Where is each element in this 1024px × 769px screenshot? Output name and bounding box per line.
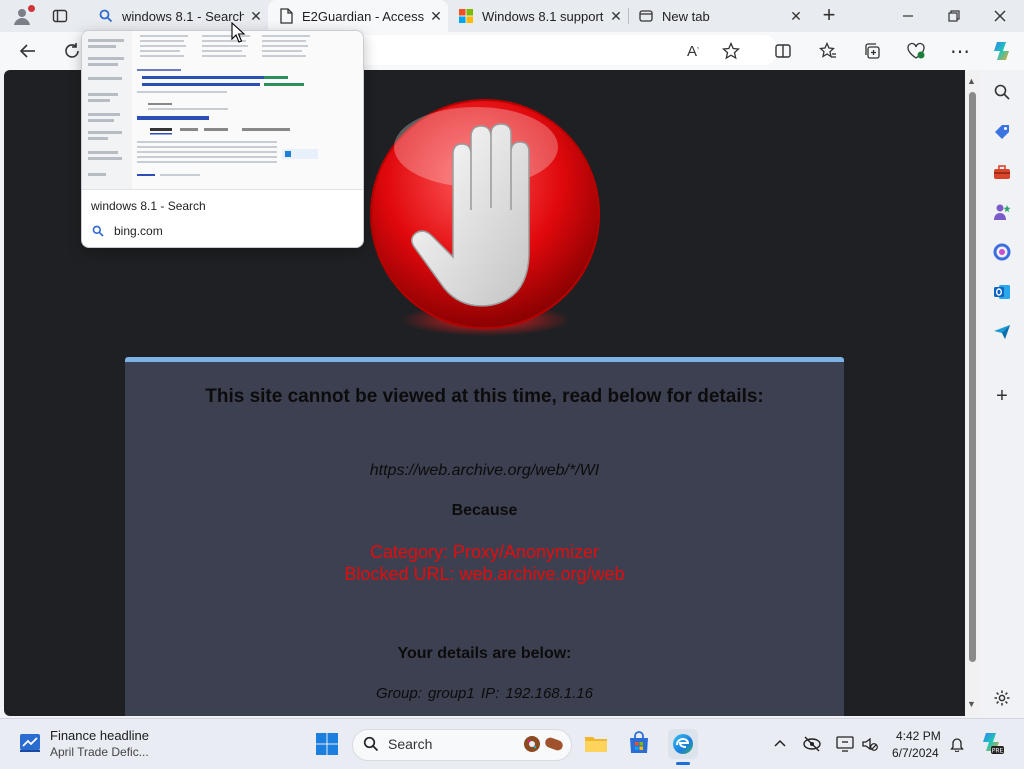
scroll-up-arrow-icon[interactable]: ▲ bbox=[967, 76, 976, 86]
add-sidebar-app-plus-icon[interactable]: + bbox=[990, 384, 1014, 408]
sidebar-settings-gear-icon[interactable] bbox=[990, 686, 1014, 710]
outlook-icon[interactable] bbox=[990, 280, 1014, 304]
close-tab-icon[interactable]: ✕ bbox=[424, 8, 448, 25]
tab-title: E2Guardian - Access D bbox=[302, 8, 424, 24]
read-aloud-icon[interactable]: Aʼ bbox=[679, 37, 707, 65]
edge-browser-icon[interactable] bbox=[668, 729, 698, 759]
preview-page-title: windows 8.1 - Search bbox=[91, 199, 206, 213]
tab-strip: windows 8.1 - Search ✕ E2Guardian - Acce… bbox=[0, 0, 1024, 32]
favorite-star-icon[interactable] bbox=[717, 37, 745, 65]
favorites-icon[interactable] bbox=[814, 37, 842, 65]
volume-muted-icon[interactable] bbox=[861, 736, 879, 752]
minimize-icon[interactable] bbox=[900, 8, 916, 24]
search-icon bbox=[92, 224, 104, 242]
copilot-icon[interactable] bbox=[988, 37, 1016, 65]
tab-title: New tab bbox=[662, 8, 710, 24]
newtab-icon bbox=[638, 8, 654, 24]
tab-title: windows 8.1 - Search bbox=[122, 8, 244, 24]
monitor-icon[interactable] bbox=[836, 736, 854, 752]
start-windows-icon[interactable] bbox=[315, 732, 339, 756]
close-tab-icon[interactable]: ✕ bbox=[784, 8, 808, 25]
search-icon bbox=[98, 8, 114, 24]
tab-new-tab[interactable]: New tab ✕ bbox=[628, 0, 808, 32]
address-bar[interactable] bbox=[330, 35, 778, 65]
requested-url: https://web.archive.org/web/*/WI bbox=[369, 462, 600, 479]
finance-widget-icon[interactable] bbox=[18, 731, 42, 755]
widget-subtitle[interactable]: April Trade Defic... bbox=[50, 745, 149, 759]
m365-icon[interactable] bbox=[990, 240, 1014, 264]
browser-essentials-icon[interactable] bbox=[902, 37, 930, 65]
svg-text:PRE: PRE bbox=[992, 748, 1004, 755]
tab-e2guardian[interactable]: E2Guardian - Access D ✕ bbox=[268, 0, 448, 32]
network-disconnected-icon[interactable] bbox=[802, 735, 822, 753]
active-app-indicator bbox=[676, 762, 690, 765]
blocked-url: Blocked URL: web.archive.org/web bbox=[344, 564, 625, 584]
toolbox-icon[interactable] bbox=[990, 160, 1014, 184]
split-screen-icon[interactable] bbox=[769, 37, 797, 65]
microsoft-store-icon[interactable] bbox=[627, 731, 651, 755]
user-details: Group: group1 IP: 192.168.1.16 bbox=[376, 685, 593, 702]
restore-icon[interactable] bbox=[946, 8, 962, 24]
scrollbar-thumb[interactable] bbox=[969, 92, 976, 662]
clock-date[interactable]: 6/7/2024 bbox=[892, 746, 939, 760]
details-heading: Your details are below: bbox=[397, 645, 572, 662]
copilot-pre-icon[interactable]: PRE bbox=[980, 731, 1004, 755]
clock-time[interactable]: 4:42 PM bbox=[896, 729, 941, 743]
search-results-thumbnail bbox=[82, 31, 363, 190]
taskbar-search-label: Search bbox=[388, 736, 433, 752]
tab-title: Windows 8.1 support bbox=[482, 8, 604, 24]
tab-hover-preview[interactable]: windows 8.1 - Search bing.com bbox=[81, 30, 364, 248]
drop-send-icon[interactable] bbox=[990, 320, 1014, 344]
sidebar-search-icon[interactable] bbox=[990, 80, 1014, 104]
games-icon[interactable] bbox=[990, 200, 1014, 224]
widget-headline[interactable]: Finance headline bbox=[50, 728, 149, 743]
back-arrow-icon[interactable] bbox=[14, 37, 42, 65]
close-window-icon[interactable] bbox=[992, 8, 1008, 24]
shopping-tag-icon[interactable] bbox=[990, 120, 1014, 144]
tab-windows-support[interactable]: Windows 8.1 support ✕ bbox=[448, 0, 628, 32]
microsoft-logo-icon bbox=[458, 8, 474, 24]
more-menu-icon[interactable]: ⋯ bbox=[946, 37, 974, 65]
taskbar-search-icon bbox=[363, 736, 379, 752]
blocked-category: Category: Proxy/Anonymizer bbox=[369, 542, 600, 562]
file-explorer-icon[interactable] bbox=[584, 732, 608, 756]
new-tab-plus-icon[interactable]: + bbox=[818, 4, 840, 26]
headline-text: This site cannot be viewed at this time,… bbox=[205, 386, 764, 407]
stop-hand-icon bbox=[370, 99, 600, 336]
because-label: Because bbox=[451, 502, 518, 519]
show-hidden-icons-chevron-icon[interactable] bbox=[772, 736, 788, 752]
access-denied-panel: This site cannot be viewed at this time,… bbox=[125, 357, 844, 716]
collections-icon[interactable] bbox=[858, 37, 886, 65]
preview-domain: bing.com bbox=[114, 224, 163, 238]
tab-actions-icon[interactable] bbox=[52, 8, 68, 24]
document-icon bbox=[278, 8, 294, 24]
close-tab-icon[interactable]: ✕ bbox=[244, 8, 268, 25]
close-tab-icon[interactable]: ✕ bbox=[604, 8, 628, 25]
notification-bell-icon[interactable] bbox=[949, 736, 965, 753]
notification-dot-icon bbox=[28, 5, 35, 12]
scroll-down-arrow-icon[interactable]: ▼ bbox=[967, 699, 976, 709]
mouse-cursor-icon bbox=[231, 22, 245, 43]
search-highlight-food-icon bbox=[520, 734, 566, 754]
